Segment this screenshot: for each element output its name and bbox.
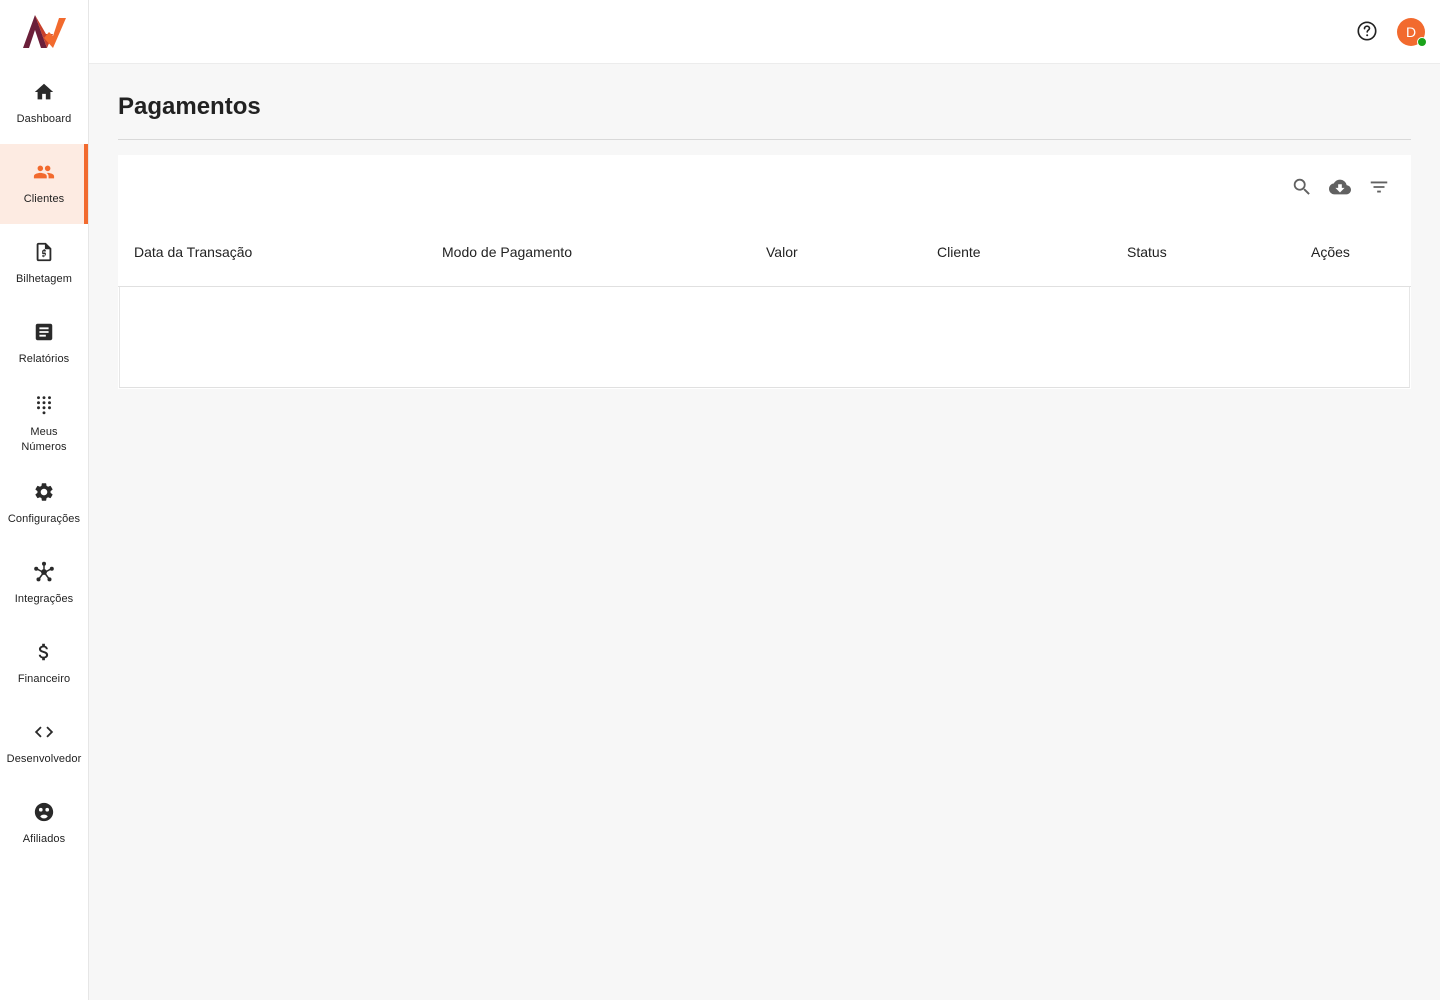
avatar[interactable]: D <box>1397 18 1427 47</box>
sidebar-item-clientes[interactable]: Clientes <box>0 144 88 224</box>
sidebar-item-integracoes[interactable]: Integrações <box>0 544 88 624</box>
home-icon <box>33 81 55 103</box>
sidebar-item-label: Dashboard <box>16 113 72 125</box>
sidebar-item-label: Afiliados <box>22 833 66 845</box>
brand-logo[interactable] <box>20 12 68 52</box>
receipt-icon <box>33 241 55 263</box>
people-icon <box>33 161 55 183</box>
table-body-empty <box>119 287 1410 388</box>
affiliate-icon <box>33 801 55 823</box>
online-status-dot <box>1417 37 1427 47</box>
column-header-modo-pagamento[interactable]: Modo de Pagamento <box>442 244 572 260</box>
sidebar-item-label: Meus Números <box>21 425 67 453</box>
gear-icon <box>33 481 55 503</box>
avatar-initial: D <box>1405 24 1417 40</box>
sidebar-item-meus-numeros[interactable]: Meus Números <box>0 384 88 464</box>
sidebar-item-label: Configurações <box>7 513 81 525</box>
column-header-valor[interactable]: Valor <box>766 244 798 260</box>
sidebar-item-financeiro[interactable]: Financeiro <box>0 624 88 704</box>
help-icon[interactable] <box>1356 20 1378 42</box>
sidebar-nav: Dashboard Clientes Bilhetagem Relatórios… <box>0 64 88 864</box>
dollar-icon <box>33 641 55 663</box>
sidebar-item-bilhetagem[interactable]: Bilhetagem <box>0 224 88 304</box>
code-icon <box>33 721 55 743</box>
cloud-download-icon[interactable] <box>1328 175 1352 199</box>
sidebar-item-label: Relatórios <box>18 353 70 365</box>
sidebar-item-afiliados[interactable]: Afiliados <box>0 784 88 864</box>
sidebar-item-configuracoes[interactable]: Configurações <box>0 464 88 544</box>
sidebar-item-desenvolvedor[interactable]: Desenvolvedor <box>0 704 88 784</box>
column-header-status[interactable]: Status <box>1127 244 1167 260</box>
column-header-cliente[interactable]: Cliente <box>937 244 981 260</box>
column-header-data[interactable]: Data da Transação <box>134 244 252 260</box>
sidebar-item-label: Bilhetagem <box>15 273 73 285</box>
page-title: Pagamentos <box>118 93 261 120</box>
title-divider <box>118 139 1411 140</box>
sidebar-item-label: Clientes <box>23 193 65 205</box>
filter-icon[interactable] <box>1367 175 1391 199</box>
sidebar-item-label: Financeiro <box>17 673 71 685</box>
sidebar: Dashboard Clientes Bilhetagem Relatórios… <box>0 0 89 1000</box>
dialpad-icon <box>33 394 55 416</box>
column-header-acoes: Ações <box>1311 244 1350 260</box>
sidebar-item-label: Integrações <box>14 593 74 605</box>
search-icon[interactable] <box>1290 175 1314 199</box>
top-bar: D <box>89 0 1440 64</box>
hub-icon <box>33 561 55 583</box>
sidebar-item-label: Desenvolvedor <box>6 753 82 765</box>
sidebar-item-relatorios[interactable]: Relatórios <box>0 304 88 384</box>
document-icon <box>33 321 55 343</box>
sidebar-item-dashboard[interactable]: Dashboard <box>0 64 88 144</box>
payments-table-card: Data da Transação Modo de Pagamento Valo… <box>118 155 1411 389</box>
